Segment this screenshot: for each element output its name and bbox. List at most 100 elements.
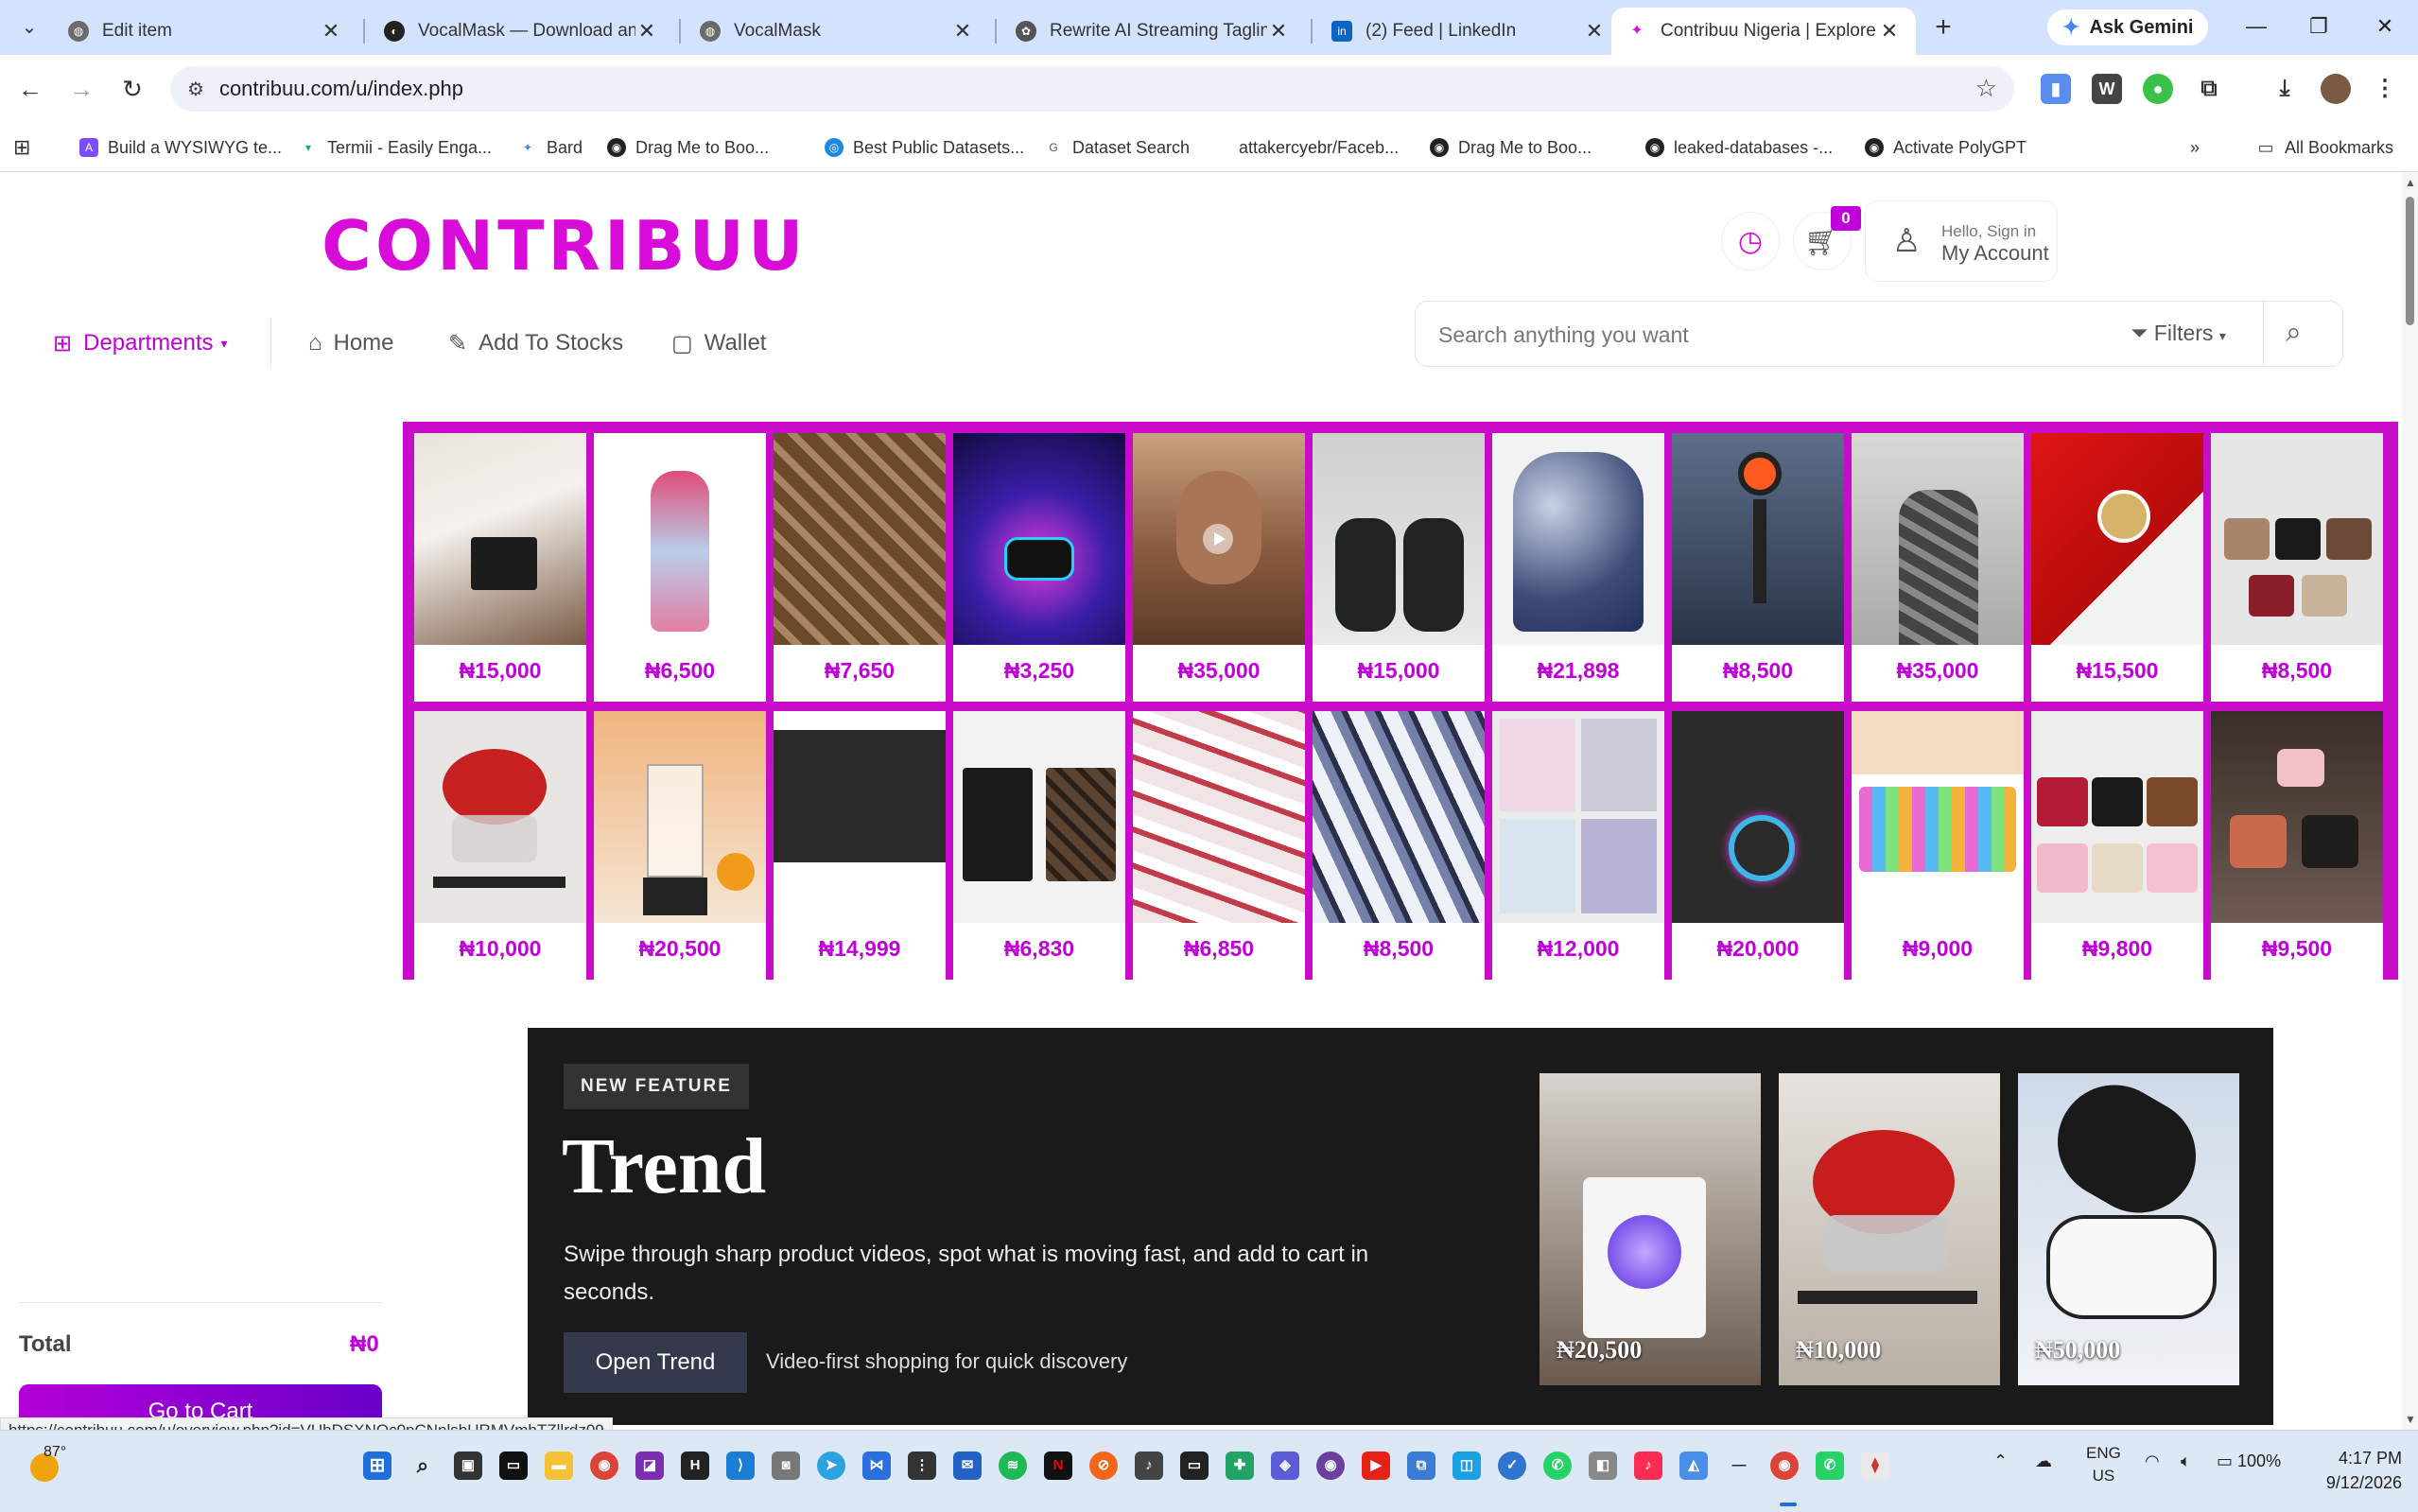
app-icon[interactable]: ◪: [635, 1451, 664, 1480]
app-icon[interactable]: ◈: [1271, 1451, 1299, 1480]
product-card[interactable]: ₦6,830: [953, 711, 1125, 980]
history-clock-icon[interactable]: ◷: [1721, 212, 1780, 270]
url-text[interactable]: contribuu.com/u/index.php: [219, 77, 463, 101]
product-card[interactable]: ₦6,850: [1133, 711, 1305, 980]
onedrive-cloud-icon[interactable]: ☁: [2035, 1451, 2052, 1471]
close-icon[interactable]: ✕: [951, 19, 974, 43]
mail-icon[interactable]: ✉: [953, 1451, 982, 1480]
nav-add-to-stocks-link[interactable]: ✎ Add To Stocks: [448, 323, 623, 363]
all-bookmarks[interactable]: ▭ All Bookmarks: [2256, 132, 2393, 163]
more-bookmarks-chevron-icon[interactable]: »: [2190, 132, 2200, 163]
volume-icon[interactable]: 🔈︎: [2181, 1451, 2191, 1471]
close-icon[interactable]: ✕: [1878, 19, 1901, 43]
search-icon[interactable]: ⌕: [409, 1451, 437, 1480]
system-clock[interactable]: 4:17 PM 9/12/2026: [2307, 1446, 2402, 1495]
battery-status[interactable]: ▭ 100%: [2217, 1451, 2281, 1471]
site-info-icon[interactable]: ⚙: [187, 78, 204, 101]
spotify-icon[interactable]: ≋: [999, 1451, 1027, 1480]
h-app-icon[interactable]: H: [681, 1451, 709, 1480]
bookmark-item[interactable]: ✦ Bard: [518, 132, 583, 163]
ask-gemini-button[interactable]: ✦ Ask Gemini: [2047, 9, 2209, 45]
search-icon[interactable]: ⌕: [2286, 317, 2302, 349]
tab-contribuu[interactable]: ✦ Contribuu Nigeria | Explore ✕: [1611, 8, 1916, 55]
extension-w-icon[interactable]: W: [2092, 74, 2122, 104]
extension-doc-icon[interactable]: ▮: [2041, 74, 2071, 104]
netflix-icon[interactable]: N: [1044, 1451, 1072, 1480]
play-icon[interactable]: [1203, 524, 1233, 554]
product-card[interactable]: ₦12,000: [1492, 711, 1664, 980]
address-bar[interactable]: ⚙ contribuu.com/u/index.php ☆: [170, 66, 2014, 112]
product-card[interactable]: ₦21,898: [1492, 433, 1664, 702]
app-icon[interactable]: ⧫: [1861, 1451, 1889, 1480]
vscode-icon[interactable]: ⟩: [726, 1451, 755, 1480]
profile-avatar[interactable]: [2321, 74, 2351, 104]
share-icon[interactable]: ⋈: [862, 1451, 891, 1480]
product-card[interactable]: ₦20,500: [594, 711, 766, 980]
file-explorer-icon[interactable]: ▬: [545, 1451, 573, 1480]
product-card[interactable]: ₦20,000: [1672, 711, 1844, 980]
trend-card[interactable]: ₦50,000: [2018, 1073, 2239, 1385]
close-icon[interactable]: ✕: [320, 19, 342, 43]
terminal-icon[interactable]: ▭: [499, 1451, 528, 1480]
forward-arrow-icon[interactable]: →: [64, 72, 98, 106]
product-card[interactable]: ₦35,000: [1133, 433, 1305, 702]
product-card[interactable]: ₦9,000: [1852, 711, 2024, 980]
product-card[interactable]: ₦8,500: [1672, 433, 1844, 702]
chrome-active-icon[interactable]: ◉: [1770, 1451, 1799, 1480]
bookmark-item[interactable]: attakercyebr/Faceb...: [1239, 132, 1399, 163]
whatsapp-icon[interactable]: ✆: [1543, 1451, 1572, 1480]
window-close-icon[interactable]: ✕: [2366, 9, 2404, 43]
app-icon[interactable]: ⊘: [1089, 1451, 1118, 1480]
task-view-icon[interactable]: ▣: [454, 1451, 482, 1480]
close-icon[interactable]: ✕: [635, 19, 658, 43]
downloads-icon[interactable]: ⤓: [2270, 74, 2300, 104]
camera-icon[interactable]: ◙: [772, 1451, 800, 1480]
bookmark-item[interactable]: ◉ Drag Me to Boo...: [1430, 132, 1592, 163]
product-card[interactable]: ₦6,500: [594, 433, 766, 702]
nav-wallet-link[interactable]: ▢ Wallet: [671, 323, 766, 363]
product-card[interactable]: ₦3,250: [953, 433, 1125, 702]
extensions-puzzle-icon[interactable]: ⧉: [2194, 74, 2224, 104]
page-scrollbar[interactable]: ▲ ▼: [2402, 172, 2418, 1430]
whatsapp-icon[interactable]: ✆: [1816, 1451, 1844, 1480]
tiktok-icon[interactable]: ♪: [1634, 1451, 1662, 1480]
search-input[interactable]: Search anything you want: [1438, 322, 1689, 348]
bookmark-star-icon[interactable]: ☆: [1975, 74, 1997, 103]
messenger-icon[interactable]: ✓: [1498, 1451, 1526, 1480]
more-icon[interactable]: —: [1725, 1451, 1753, 1480]
trend-card[interactable]: ₦10,000: [1779, 1073, 2000, 1385]
tab-linkedin[interactable]: in (2) Feed | LinkedIn ✕: [1316, 8, 1621, 55]
filters-button[interactable]: ⏷ Filters ▾: [2131, 321, 2226, 346]
tab-rewrite-ai[interactable]: ✿ Rewrite AI Streaming Taglin ✕: [1000, 8, 1305, 55]
product-card[interactable]: ₦15,500: [2031, 433, 2203, 702]
product-card[interactable]: ₦10,000: [414, 711, 586, 980]
restore-icon[interactable]: ❐: [2300, 9, 2338, 43]
trend-card[interactable]: ₦20,500: [1540, 1073, 1761, 1385]
tab-search-icon[interactable]: ⌄: [15, 13, 43, 42]
app-icon[interactable]: ◉: [1316, 1451, 1345, 1480]
chrome-icon[interactable]: ◉: [590, 1451, 618, 1480]
product-card[interactable]: ₦8,500: [1313, 711, 1485, 980]
sheets-icon[interactable]: ✚: [1226, 1451, 1254, 1480]
tab-vocalmask[interactable]: ◍ VocalMask ✕: [685, 8, 989, 55]
app-icon[interactable]: ◫: [1453, 1451, 1481, 1480]
extension-green-icon[interactable]: ●: [2143, 74, 2173, 104]
tab-vocalmask-download[interactable]: ◐ VocalMask — Download an ✕: [369, 8, 673, 55]
terminal-icon[interactable]: ▭: [1180, 1451, 1209, 1480]
departments-dropdown[interactable]: ⊞ Departments ▾: [53, 323, 228, 363]
bookmark-item[interactable]: ▾ Termii - Easily Enga...: [299, 132, 492, 163]
reload-icon[interactable]: ↻: [115, 72, 149, 106]
scroll-up-arrow-icon[interactable]: ▲: [2405, 176, 2416, 189]
product-card[interactable]: ₦35,000: [1852, 433, 2024, 702]
tray-chevron-icon[interactable]: ⌃: [1993, 1451, 2008, 1471]
wifi-icon[interactable]: ◠: [2145, 1451, 2160, 1471]
product-card[interactable]: ₦9,500: [2211, 711, 2383, 980]
product-card[interactable]: ₦7,650: [774, 433, 946, 702]
language-indicator[interactable]: ENG US: [2086, 1442, 2121, 1487]
minimize-icon[interactable]: —: [2237, 9, 2275, 43]
app-icon[interactable]: ⧉: [1407, 1451, 1435, 1480]
close-icon[interactable]: ✕: [1267, 19, 1290, 43]
bookmark-item[interactable]: G Dataset Search: [1044, 132, 1190, 163]
product-card[interactable]: ₦15,000: [414, 433, 586, 702]
app-icon[interactable]: ◧: [1589, 1451, 1617, 1480]
